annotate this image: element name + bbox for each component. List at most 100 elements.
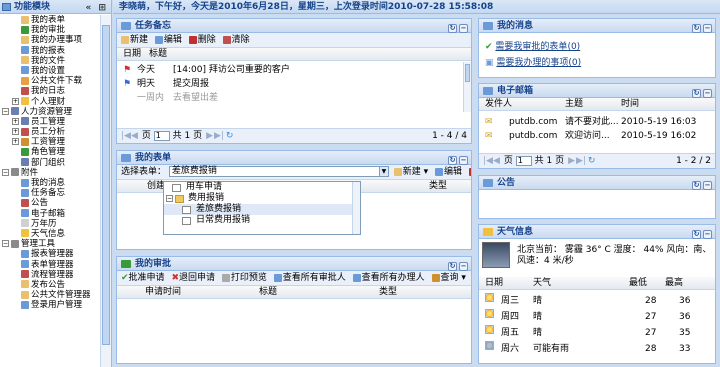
table-row[interactable]: 一周内 去看望出差 [117, 91, 471, 105]
refresh-tool-icon[interactable]: ↻ [692, 89, 701, 98]
forms-edit-button[interactable]: 编辑 [435, 167, 462, 177]
sidebar-item[interactable]: 公共文件下载 [0, 76, 100, 86]
sidebar-item[interactable]: 我的文件 [0, 56, 100, 66]
view-approvers-button[interactable]: 查看所有审批人 [273, 273, 346, 283]
sidebar-item[interactable]: − 附件 [0, 168, 100, 178]
prev-page-icon[interactable]: ◀ [130, 129, 139, 143]
first-page-icon[interactable]: |◀ [121, 129, 131, 143]
sidebar-item[interactable]: + 工资管理 [0, 137, 100, 147]
approval-col-time[interactable]: 申请时间 [145, 286, 181, 299]
forms-new-button[interactable]: 新建 ▾ [393, 167, 428, 177]
table-row[interactable]: ⚑ 明天 提交周报 [117, 77, 471, 91]
sidebar-item[interactable]: 角色管理 [0, 147, 100, 157]
prev-page-icon[interactable]: ◀ [492, 154, 501, 168]
memo-clear-button[interactable]: 清除 [222, 35, 250, 45]
splitter[interactable] [474, 16, 477, 367]
sidebar-item[interactable]: 天气信息 [0, 229, 100, 239]
view-handlers-button[interactable]: 查看所有办理人 [352, 273, 425, 283]
refresh-tool-icon[interactable]: ↻ [692, 181, 701, 190]
scrollbar-thumb[interactable] [102, 25, 110, 345]
collapse-icon[interactable]: − [2, 168, 9, 176]
collapse-tool-icon[interactable]: − [459, 24, 468, 33]
sidebar-item[interactable]: + 个人理财 [0, 97, 100, 107]
collapse-tool-icon[interactable]: − [703, 24, 712, 33]
sidebar-item[interactable]: 公共文件管理器 [0, 290, 100, 300]
collapse-tool-icon[interactable]: − [459, 156, 468, 165]
collapse-tool-icon[interactable]: − [703, 230, 712, 239]
refresh-tool-icon[interactable]: ↻ [448, 156, 457, 165]
forms-delete-button[interactable]: 删除 [468, 167, 471, 177]
scrollbar-thumb[interactable] [465, 64, 470, 82]
dropdown-scrollbar[interactable] [352, 182, 360, 234]
sidebar-item[interactable]: + 员工管理 [0, 117, 100, 127]
table-row[interactable]: ✉ putdb.com 请不要对此... 2010-5-19 16:03 [479, 115, 715, 129]
sidebar-item[interactable]: 发布公告 [0, 280, 100, 290]
dropdown-item[interactable]: − 费用报销 [164, 193, 360, 204]
refresh-icon[interactable]: ↻ [226, 131, 234, 141]
dropdown-item[interactable]: 日常费用报销 [164, 215, 360, 226]
email-col-subject[interactable]: 主题 [565, 98, 583, 111]
email-col-from[interactable]: 发件人 [485, 98, 512, 111]
approval-col-type[interactable]: 类型 [379, 286, 397, 299]
form-select[interactable]: 差旅费报销 ▼ [168, 166, 389, 177]
expand-icon[interactable]: + [12, 117, 19, 125]
next-page-icon[interactable]: ▶ [567, 154, 576, 168]
approve-forms-link[interactable]: 需要我审批的表单 [495, 42, 567, 52]
forms-col-type[interactable]: 类型 [429, 180, 447, 193]
sidebar-item[interactable]: 任务备忘 [0, 188, 100, 198]
reject-button[interactable]: ✖退回申请 [171, 273, 215, 283]
sidebar-item[interactable]: 我的消息 [0, 178, 100, 188]
refresh-tool-icon[interactable]: ↻ [692, 24, 701, 33]
memo-col-date[interactable]: 日期 [123, 48, 141, 61]
table-row[interactable]: ⚑ 今天 [14:00] 拜访公司重要的客户 [117, 63, 471, 77]
dropdown-item[interactable]: 用车申请 [164, 182, 360, 193]
weather-col-cond[interactable]: 天气 [533, 277, 551, 290]
collapse-icon[interactable]: − [2, 240, 9, 248]
sidebar-item[interactable]: 公告 [0, 198, 100, 208]
memo-edit-button[interactable]: 编辑 [154, 35, 182, 45]
first-page-icon[interactable]: |◀ [483, 154, 493, 168]
refresh-tool-icon[interactable]: ↻ [448, 262, 457, 271]
dropdown-item-selected[interactable]: 差旅费报销 [164, 204, 360, 215]
memo-new-button[interactable]: 新建 [121, 35, 148, 45]
table-row[interactable]: ✉ putdb.com 欢迎访问... 2010-5-19 16:02 [479, 129, 715, 143]
sidebar-item[interactable]: 我的报表 [0, 46, 100, 56]
chevron-down-icon[interactable]: ▼ [378, 167, 388, 176]
last-page-icon[interactable]: ▶| [576, 154, 586, 168]
sidebar-item[interactable]: 万年历 [0, 219, 100, 229]
next-page-icon[interactable]: ▶ [205, 129, 214, 143]
sidebar-scrollbar[interactable] [100, 15, 111, 367]
page-number-input[interactable] [515, 155, 532, 166]
expand-icon[interactable]: + [12, 128, 19, 136]
sidebar-item[interactable]: 报表管理器 [0, 249, 100, 259]
sidebar-item[interactable]: 我的办理事项 [0, 35, 100, 45]
sidebar-item[interactable]: 我的日志 [0, 86, 100, 96]
approval-col-title[interactable]: 标题 [259, 286, 277, 299]
memo-delete-button[interactable]: 删除 [188, 35, 216, 45]
sidebar-item[interactable]: 电子邮箱 [0, 209, 100, 219]
weather-col-high[interactable]: 最高 [665, 277, 683, 290]
sidebar-item[interactable]: 部门组织 [0, 158, 100, 168]
sidebar-item[interactable]: − 管理工具 [0, 239, 100, 249]
sidebar-item[interactable]: 我的设置 [0, 66, 100, 76]
refresh-icon[interactable]: ↻ [588, 156, 596, 166]
sidebar-collapse-button[interactable]: « ⊞ [86, 1, 109, 15]
sidebar-item[interactable]: 我的表单 [0, 15, 100, 25]
memo-scrollbar[interactable] [463, 62, 471, 112]
collapse-icon[interactable]: − [166, 195, 173, 202]
collapse-tool-icon[interactable]: − [703, 89, 712, 98]
weather-col-low[interactable]: 最低 [629, 277, 647, 290]
handle-items-link[interactable]: 需要我办理的事项 [496, 58, 568, 68]
expand-icon[interactable]: + [12, 97, 19, 105]
sidebar-item[interactable]: − 人力资源管理 [0, 107, 100, 117]
refresh-tool-icon[interactable]: ↻ [692, 230, 701, 239]
sidebar-item[interactable]: + 员工分析 [0, 127, 100, 137]
expand-icon[interactable]: + [12, 138, 19, 146]
page-number-input[interactable] [153, 130, 170, 141]
sidebar-item[interactable]: 我的审批 [0, 25, 100, 35]
sidebar-item[interactable]: 登录用户管理 [0, 300, 100, 310]
collapse-tool-icon[interactable]: − [459, 262, 468, 271]
approve-button[interactable]: ✔批准申请 [121, 273, 165, 283]
email-col-time[interactable]: 时间 [621, 98, 639, 111]
sidebar-item[interactable]: 表单管理器 [0, 260, 100, 270]
